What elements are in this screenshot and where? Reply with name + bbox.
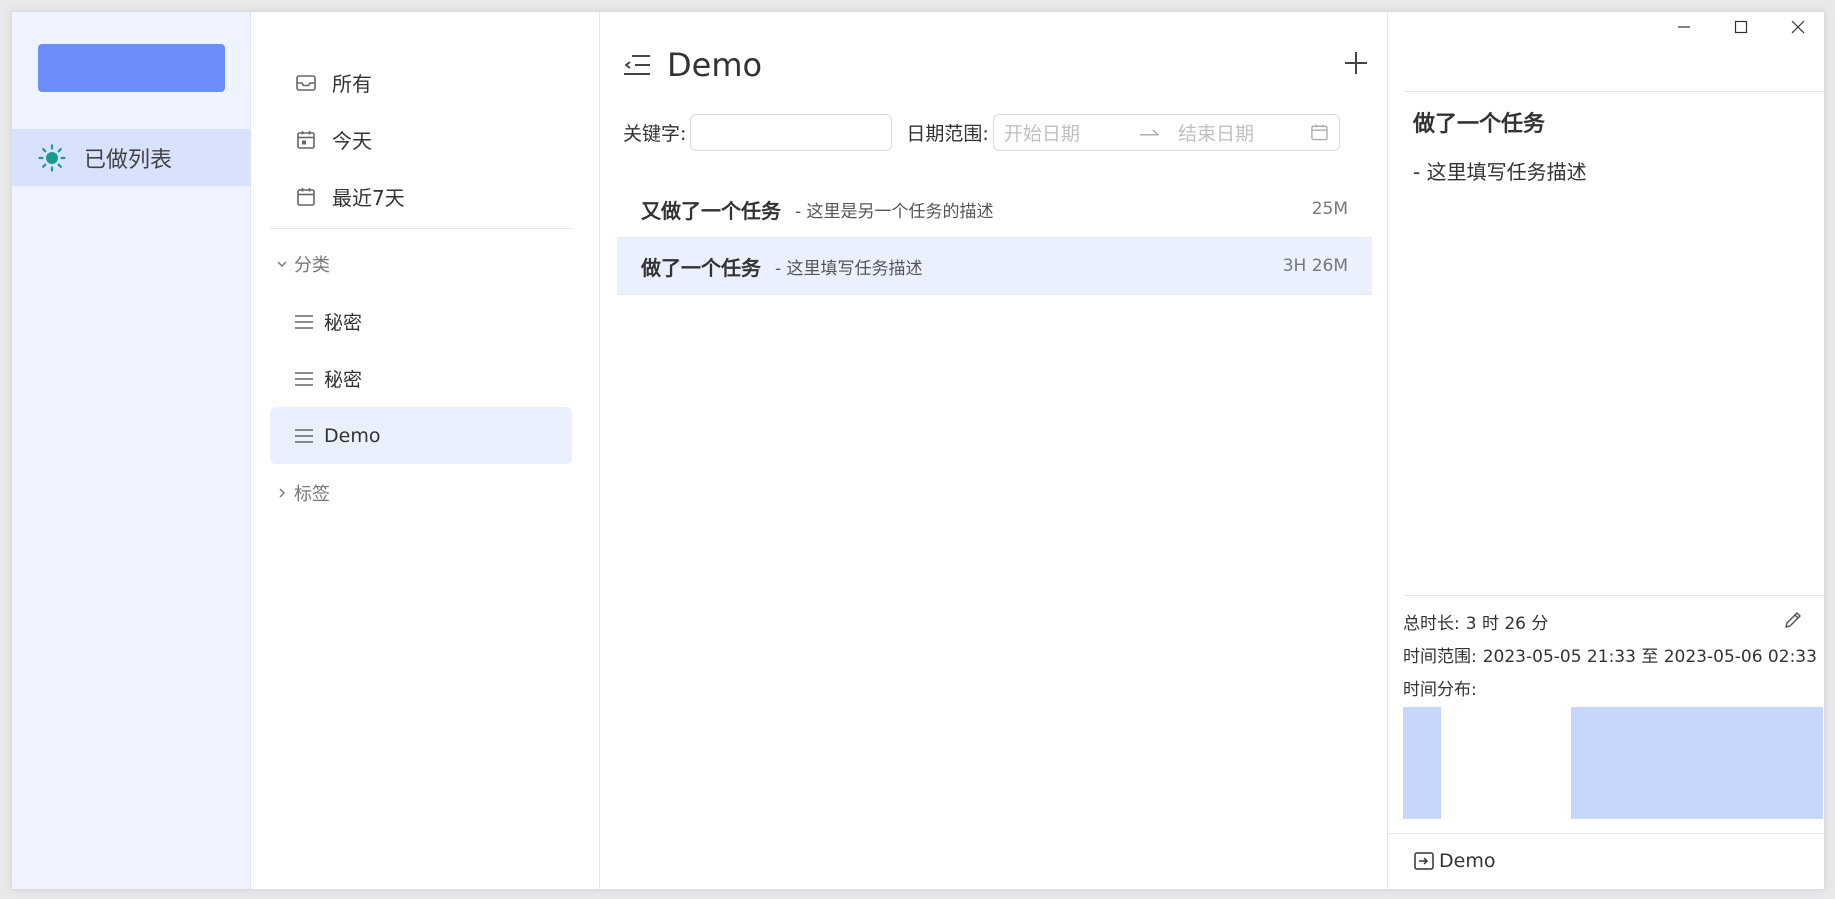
list-icon xyxy=(294,310,314,334)
close-button[interactable] xyxy=(1769,12,1824,42)
task-row[interactable]: 又做了一个任务 - 这里是另一个任务的描述 25M xyxy=(617,181,1372,238)
calendar-week-icon xyxy=(294,185,318,209)
nav-item-label: 最近7天 xyxy=(332,186,405,210)
task-duration: 3H 26M xyxy=(1282,256,1348,276)
nav-category-demo[interactable]: Demo xyxy=(270,407,572,464)
task-list: 又做了一个任务 - 这里是另一个任务的描述 25M 做了一个任务 - 这里填写任… xyxy=(617,181,1372,295)
task-duration: 25M xyxy=(1311,199,1348,219)
distribution-block xyxy=(1403,707,1441,819)
rail-item-done-list[interactable]: 已做列表 xyxy=(12,129,251,186)
calendar-today-icon xyxy=(294,128,318,152)
section-label: 标签 xyxy=(294,484,330,505)
nav-item-last-7-days[interactable]: 最近7天 xyxy=(270,168,572,225)
keyword-label: 关键字: xyxy=(623,122,687,145)
inbox-icon xyxy=(294,71,318,95)
nav-item-label: 秘密 xyxy=(324,369,363,391)
keyword-input[interactable] xyxy=(690,113,893,151)
task-title: 又做了一个任务 xyxy=(641,198,781,223)
total-duration-value: 3 时 26 分 xyxy=(1465,614,1549,634)
divider xyxy=(1403,91,1824,92)
section-label: 分类 xyxy=(294,255,330,276)
detail-title: 做了一个任务 xyxy=(1413,112,1546,137)
nav-category-secret-1[interactable]: 秘密 xyxy=(270,293,572,350)
divider xyxy=(1389,833,1824,834)
rail-primary-button[interactable] xyxy=(38,44,225,92)
nav-item-label: 秘密 xyxy=(324,312,363,334)
main-panel: Demo 关键字: 日期范围: 开始日期 结束日期 又做了一个任务 - 这里是另… xyxy=(601,12,1388,889)
left-rail: 已做列表 xyxy=(12,12,251,889)
calendar-icon[interactable] xyxy=(1310,122,1329,142)
menu-fold-icon[interactable] xyxy=(623,53,651,77)
total-duration: 总时长: 3 时 26 分 xyxy=(1403,609,1548,634)
minimize-button[interactable] xyxy=(1655,12,1712,42)
close-icon xyxy=(1791,20,1804,34)
section-categories[interactable]: 分类 xyxy=(276,251,330,277)
page-title: Demo xyxy=(667,46,763,84)
time-range-value: 2023-05-05 21:33 至 2023-05-06 02:33 xyxy=(1482,647,1817,667)
task-row-selected[interactable]: 做了一个任务 - 这里填写任务描述 3H 26M xyxy=(617,238,1372,295)
end-date-field[interactable]: 结束日期 xyxy=(1178,119,1310,146)
arrow-right-icon xyxy=(1139,129,1159,136)
sun-icon xyxy=(38,143,66,172)
maximize-icon xyxy=(1734,20,1747,34)
task-desc: - 这里是另一个任务的描述 xyxy=(795,201,994,222)
footer-category-label: Demo xyxy=(1439,850,1496,872)
minimize-icon xyxy=(1677,26,1690,28)
edit-icon[interactable] xyxy=(1782,609,1804,631)
time-range: 时间范围: 2023-05-05 21:33 至 2023-05-06 02:33 xyxy=(1403,642,1817,667)
window-controls xyxy=(1655,12,1824,42)
detail-description: - 这里填写任务描述 xyxy=(1413,160,1587,184)
date-range-label: 日期范围: xyxy=(906,122,989,145)
section-tags[interactable]: 标签 xyxy=(276,480,330,506)
filter-bar: 关键字: 日期范围: 开始日期 结束日期 xyxy=(623,113,1373,151)
nav-item-label: 今天 xyxy=(332,129,372,153)
nav-item-today[interactable]: 今天 xyxy=(270,111,572,168)
total-duration-label: 总时长: xyxy=(1403,614,1460,634)
time-distribution-chart xyxy=(1403,707,1823,819)
rail-item-label: 已做列表 xyxy=(84,147,173,173)
detail-panel: 做了一个任务 - 这里填写任务描述 总时长: 3 时 26 分 时间范围: 2023… xyxy=(1389,12,1824,889)
nav-panel: 所有 今天 最近7天 分类 秘密 秘密 Demo 标签 xyxy=(252,12,600,889)
distribution-block xyxy=(1571,707,1823,819)
nav-item-label: 所有 xyxy=(332,72,372,96)
nav-item-all[interactable]: 所有 xyxy=(270,54,572,111)
add-task-button[interactable] xyxy=(1343,50,1369,76)
task-title: 做了一个任务 xyxy=(641,255,761,280)
main-header: Demo xyxy=(623,46,762,84)
time-range-label: 时间范围: xyxy=(1403,647,1477,667)
start-date-field[interactable]: 开始日期 xyxy=(1004,119,1136,146)
list-icon xyxy=(294,367,314,391)
task-desc: - 这里填写任务描述 xyxy=(775,258,923,279)
date-range-picker[interactable]: 开始日期 结束日期 xyxy=(992,113,1340,151)
folder-move-icon xyxy=(1414,852,1434,870)
list-icon xyxy=(294,424,314,448)
nav-category-secret-2[interactable]: 秘密 xyxy=(270,350,572,407)
nav-divider xyxy=(270,228,572,229)
chevron-down-icon xyxy=(277,261,287,267)
app-window: 已做列表 所有 今天 最近7天 分类 秘密 秘密 Demo 标签 Demo 关键… xyxy=(11,11,1825,890)
divider xyxy=(1403,595,1824,596)
chevron-right-icon xyxy=(279,488,285,498)
move-to-category[interactable]: Demo xyxy=(1413,850,1495,872)
maximize-button[interactable] xyxy=(1712,12,1769,42)
nav-item-label: Demo xyxy=(324,424,381,447)
time-distribution-label: 时间分布: xyxy=(1403,680,1477,700)
